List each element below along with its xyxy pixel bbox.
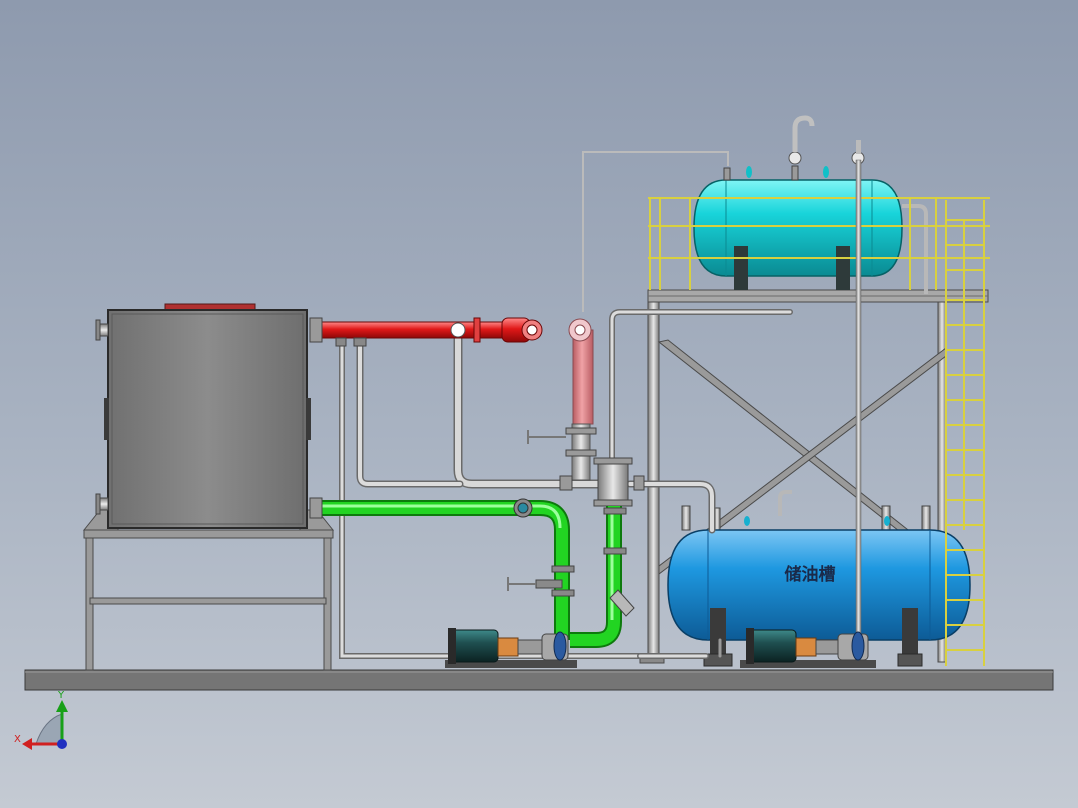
hot-oil-riser bbox=[527, 318, 597, 481]
oil-heater-unit bbox=[95, 303, 311, 529]
axis-x-label: X bbox=[14, 734, 21, 745]
cold-oil-return-line bbox=[309, 497, 575, 640]
heater-support-frame bbox=[82, 509, 335, 671]
base-skid bbox=[24, 669, 1054, 691]
cad-viewport[interactable]: 储油槽 Y X bbox=[0, 0, 1078, 808]
expansion-tank bbox=[693, 115, 928, 294]
axis-y-label: Y bbox=[57, 690, 65, 701]
circulation-pump-1 bbox=[445, 628, 577, 668]
storage-tank-label: 储油槽 bbox=[785, 564, 836, 585]
hot-oil-supply-header bbox=[309, 317, 543, 347]
thermal-oil-skid-drawing: 储油槽 Y X bbox=[14, 115, 1054, 750]
cold-oil-suction-line bbox=[570, 506, 635, 648]
axis-triad: Y X bbox=[14, 690, 68, 750]
